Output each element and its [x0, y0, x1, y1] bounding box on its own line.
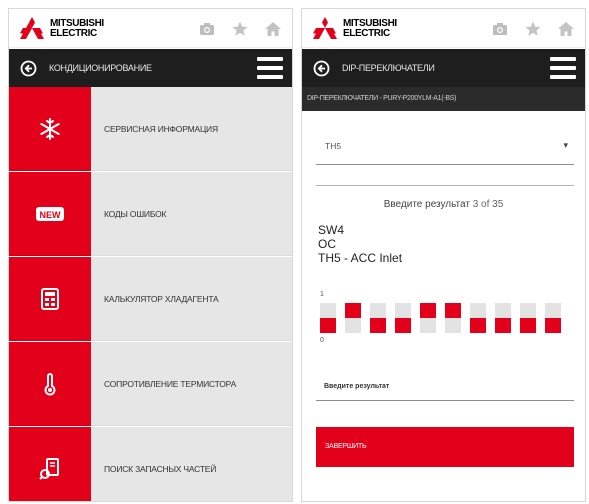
- home-icon[interactable]: [557, 20, 575, 38]
- menu-item-thermistor-resistance[interactable]: СОПРОТИВЛЕНИЕ ТЕРМИСТОРА: [9, 342, 292, 426]
- mitsubishi-logo: MITSUBISHI ELECTRIC: [312, 17, 442, 41]
- model-select[interactable]: TH5 ▾: [316, 129, 574, 165]
- menu-item-spare-parts[interactable]: ПОИСК ЗАПАСНЫХ ЧАСТЕЙ: [9, 427, 292, 501]
- dip-switch-off-segment: [495, 318, 511, 333]
- dip-switch-off-segment: [320, 318, 336, 333]
- dip-switch-on-segment: [420, 303, 436, 318]
- dip-switch-off-segment: [420, 318, 436, 333]
- dip-switch-on-segment: [495, 303, 511, 318]
- dip-switch-on-segment: [545, 303, 561, 318]
- menu-tile: [9, 257, 91, 341]
- dip-switch-9[interactable]: [520, 303, 536, 333]
- menu-item-label: КАЛЬКУЛЯТОР ХЛАДАГЕНТА: [104, 294, 219, 304]
- left-phone-screen: MITSUBISHI ELECTRIC КОНДИЦИОНИРОВАНИЕ СЕ…: [8, 8, 293, 502]
- dip-switch-on-segment: [445, 303, 461, 318]
- hamburger-menu-icon[interactable]: [550, 57, 576, 79]
- hamburger-menu-icon[interactable]: [257, 57, 283, 79]
- app-header: MITSUBISHI ELECTRIC: [9, 9, 292, 48]
- menu-item-service-info[interactable]: СЕРВИСНАЯ ИНФОРМАЦИЯ: [9, 87, 292, 171]
- progress-counter: Введите результат 3 of 35: [302, 199, 585, 210]
- three-diamonds-icon: [313, 17, 337, 39]
- switch-info: SW4 OC TH5 - ACC Inlet: [318, 223, 402, 265]
- menu-item-label: ПОИСК ЗАПАСНЫХ ЧАСТЕЙ: [104, 464, 217, 474]
- menu-item-label: СЕРВИСНАЯ ИНФОРМАЦИЯ: [104, 124, 218, 134]
- camera-icon[interactable]: [491, 20, 509, 38]
- star-icon[interactable]: [524, 20, 542, 38]
- dip-switch-off-segment: [470, 318, 486, 333]
- dip-switch-8[interactable]: [495, 303, 511, 333]
- logo-text: MITSUBISHI ELECTRIC: [343, 18, 397, 39]
- camera-icon[interactable]: [198, 20, 216, 38]
- dip-switch-off-segment: [545, 318, 561, 333]
- right-phone-screen: MITSUBISHI ELECTRIC DIP-ПЕРЕКЛЮЧАТЕЛИ DI…: [301, 8, 586, 502]
- dip-switch-on-segment: [345, 303, 361, 318]
- finish-button-label: ЗАВЕРШИТЬ: [325, 443, 367, 450]
- dip-switch-5[interactable]: [420, 303, 436, 333]
- dip-label-off: 0: [320, 337, 324, 344]
- finish-button[interactable]: ЗАВЕРШИТЬ: [316, 427, 574, 467]
- menu-tile: NEW: [9, 172, 91, 256]
- dip-switch-on-segment: [395, 303, 411, 318]
- dip-switch-on-segment: [470, 303, 486, 318]
- dip-switch-off-segment: [345, 318, 361, 333]
- back-arrow-icon[interactable]: [313, 60, 330, 77]
- dip-switch-off-segment: [370, 318, 386, 333]
- menu-tile: [9, 87, 91, 171]
- header-icons: [198, 20, 282, 38]
- select-value: TH5: [325, 141, 342, 151]
- nav-bar: КОНДИЦИОНИРОВАНИЕ: [9, 49, 292, 87]
- menu-tile: [9, 427, 91, 501]
- header-icons: [491, 20, 575, 38]
- result-input[interactable]: [324, 379, 564, 393]
- dip-switch-bank: 1 0: [320, 291, 566, 344]
- dip-switch-off-segment: [520, 318, 536, 333]
- snowflake-icon: [38, 117, 62, 141]
- page-title: DIP-ПЕРЕКЛЮЧАТЕЛИ: [342, 63, 435, 73]
- nav-bar: DIP-ПЕРЕКЛЮЧАТЕЛИ: [302, 49, 585, 87]
- counter-prefix: Введите результат: [383, 199, 470, 210]
- new-badge-icon: NEW: [35, 206, 65, 222]
- calculator-icon: [38, 287, 62, 311]
- star-icon[interactable]: [231, 20, 249, 38]
- dip-switch-10[interactable]: [545, 303, 561, 333]
- dip-switch-6[interactable]: [445, 303, 461, 333]
- breadcrumb: DIP-ПЕРЕКЛЮЧАТЕЛИ - PURY-P200YLM-A1(-BS): [302, 87, 585, 111]
- menu-item-label: КОДЫ ОШИБОК: [104, 209, 167, 219]
- dip-switch-1[interactable]: [320, 303, 336, 333]
- switch-unit: OC: [318, 237, 336, 251]
- logo-text: MITSUBISHI ELECTRIC: [50, 18, 104, 39]
- app-header: MITSUBISHI ELECTRIC: [302, 9, 585, 48]
- parts-search-icon: [38, 457, 62, 481]
- three-diamonds-icon: [20, 17, 44, 39]
- back-arrow-icon[interactable]: [20, 60, 37, 77]
- menu-item-refrigerant-calculator[interactable]: КАЛЬКУЛЯТОР ХЛАДАГЕНТА: [9, 257, 292, 341]
- menu-item-label: СОПРОТИВЛЕНИЕ ТЕРМИСТОРА: [104, 379, 237, 389]
- menu-tile: [9, 342, 91, 426]
- new-badge-text: NEW: [40, 210, 62, 220]
- dip-switch-on-segment: [320, 303, 336, 318]
- dip-switch-on-segment: [520, 303, 536, 318]
- dip-switch-4[interactable]: [395, 303, 411, 333]
- dip-switch-2[interactable]: [345, 303, 361, 333]
- dip-switch-7[interactable]: [470, 303, 486, 333]
- dip-label-on: 1: [320, 291, 324, 298]
- home-icon[interactable]: [264, 20, 282, 38]
- breadcrumb-text: DIP-ПЕРЕКЛЮЧАТЕЛИ - PURY-P200YLM-A1(-BS): [307, 95, 457, 102]
- dip-switch-off-segment: [395, 318, 411, 333]
- dip-switch-on-segment: [370, 303, 386, 318]
- page-title: КОНДИЦИОНИРОВАНИЕ: [49, 63, 152, 73]
- thermometer-icon: [38, 372, 62, 396]
- dip-switch-off-segment: [445, 318, 461, 333]
- counter-value: 3 of 35: [472, 199, 504, 210]
- mitsubishi-logo: MITSUBISHI ELECTRIC: [19, 17, 149, 41]
- dropdown-caret-icon: ▾: [563, 140, 568, 150]
- switch-sensor: TH5 - ACC Inlet: [318, 251, 403, 265]
- dip-switch-3[interactable]: [370, 303, 386, 333]
- result-input-field[interactable]: [316, 371, 574, 401]
- menu-item-error-codes[interactable]: NEW КОДЫ ОШИБОК: [9, 172, 292, 256]
- divider: [316, 185, 574, 186]
- switch-name: SW4: [318, 223, 345, 237]
